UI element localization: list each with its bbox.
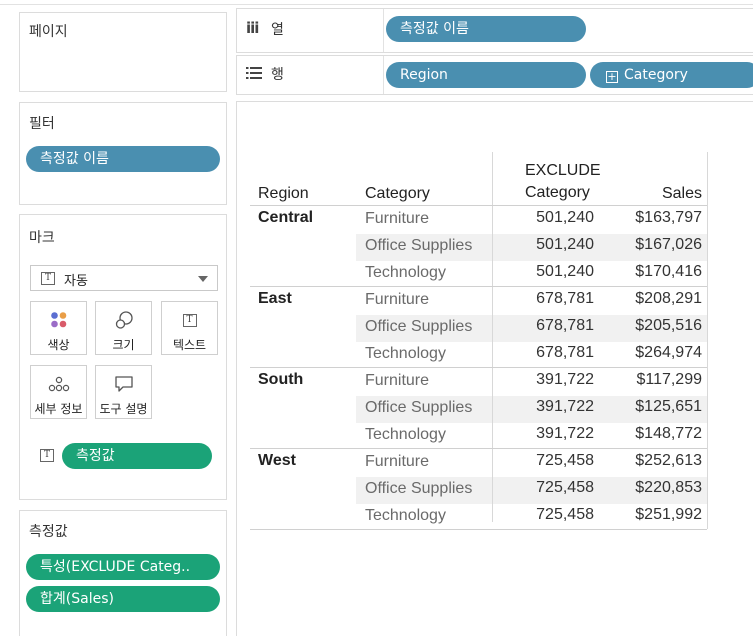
exclude-cell: 391,722 — [536, 425, 594, 442]
text-encoding-icon: T — [40, 449, 54, 462]
category-cell: Office Supplies — [365, 399, 473, 416]
rows-shelf-divider — [383, 56, 384, 94]
group-separator — [250, 205, 707, 206]
sales-cell: $205,516 — [635, 317, 702, 334]
columns-shelf-label: 열 — [271, 22, 284, 38]
rows-icon — [246, 65, 262, 84]
exclude-cell: 678,781 — [536, 290, 594, 307]
columns-icon: iii — [246, 19, 259, 37]
sales-cell: $252,613 — [635, 452, 702, 469]
category-cell: Technology — [365, 264, 446, 281]
size-button[interactable]: 크기 — [95, 301, 152, 355]
tooltip-button-label: 도구 설명 — [99, 402, 148, 416]
text-button[interactable]: T 텍스트 — [161, 301, 218, 355]
group-separator — [250, 286, 707, 287]
category-cell: Technology — [365, 345, 446, 362]
filter-pill-measure-names[interactable]: 측정값 이름 — [26, 146, 220, 172]
marks-text-pill[interactable]: 측정값 — [62, 443, 212, 469]
table-bottom — [250, 529, 707, 530]
rows-pill-region[interactable]: Region — [386, 62, 586, 88]
header-region: Region — [258, 185, 309, 202]
sales-cell: $148,772 — [635, 425, 702, 442]
category-cell: Furniture — [365, 291, 430, 308]
tooltip-icon — [96, 374, 151, 394]
detail-button[interactable]: 세부 정보 — [30, 365, 87, 419]
measure-pill-exclude[interactable]: 특성(EXCLUDE Categ.. — [26, 554, 220, 580]
sales-cell: $264,974 — [635, 344, 702, 361]
region-label: East — [258, 290, 292, 307]
filters-card: 필터 측정값 이름 — [19, 102, 227, 205]
sales-cell: $220,853 — [635, 479, 702, 496]
sales-cell: $170,416 — [635, 263, 702, 280]
expand-plus-icon: + — [606, 70, 618, 83]
sales-cell: $163,797 — [635, 209, 702, 226]
rows-pill-category-label: Category — [624, 67, 688, 83]
sales-cell: $125,651 — [635, 398, 702, 415]
filters-card-title: 필터 — [29, 116, 55, 132]
region-label: Central — [258, 209, 314, 226]
size-button-label: 크기 — [112, 338, 135, 352]
group-separator — [250, 367, 707, 368]
sales-cell: $117,299 — [636, 371, 702, 388]
region-label: West — [258, 452, 296, 469]
marks-card-title: 마크 — [29, 230, 55, 246]
view-area: Region Category EXCLUDE Category Sales C… — [236, 101, 753, 636]
measure-values-card: 측정값 특성(EXCLUDE Categ.. 합계(Sales) — [19, 510, 227, 636]
exclude-cell: 725,458 — [536, 506, 594, 523]
group-separator — [250, 448, 707, 449]
category-cell: Office Supplies — [365, 237, 473, 254]
exclude-cell: 725,458 — [536, 452, 594, 469]
category-cell: Furniture — [365, 372, 430, 389]
sales-cell: $251,992 — [635, 506, 702, 523]
exclude-cell: 678,781 — [536, 344, 594, 361]
detail-icon — [31, 374, 86, 394]
category-cell: Office Supplies — [365, 318, 473, 335]
pages-card-title: 페이지 — [29, 24, 68, 40]
size-icon — [96, 310, 151, 330]
pages-card: 페이지 — [19, 12, 227, 92]
marks-card: 마크 T 자동 색상 크기 T 텍스트 세부 정보 도구 설명 T 측정값 — [19, 214, 227, 500]
measure-values-card-title: 측정값 — [29, 524, 68, 540]
header-sales: Sales — [661, 185, 702, 202]
color-button[interactable]: 색상 — [30, 301, 87, 355]
columns-shelf: iii 열 측정값 이름 — [236, 8, 753, 53]
text-icon: T — [182, 313, 197, 327]
header-exclude-line1: EXCLUDE — [525, 162, 601, 179]
sales-cell: $208,291 — [635, 290, 702, 307]
rows-shelf: 행 Region + Category — [236, 55, 753, 95]
region-label: South — [258, 371, 304, 388]
exclude-cell: 501,240 — [536, 236, 594, 253]
top-strip — [0, 0, 753, 5]
table-right-edge — [707, 152, 708, 529]
exclude-cell: 501,240 — [536, 209, 594, 226]
exclude-cell: 501,240 — [536, 263, 594, 280]
columns-pill-measure-names[interactable]: 측정값 이름 — [386, 16, 586, 42]
exclude-cell: 391,722 — [536, 398, 594, 415]
rows-pill-category[interactable]: + Category — [590, 62, 753, 88]
chevron-down-icon — [198, 276, 208, 282]
detail-button-label: 세부 정보 — [34, 402, 83, 416]
rows-shelf-label: 행 — [271, 67, 284, 83]
header-exclude-line2: Category — [525, 184, 590, 201]
category-cell: Furniture — [365, 210, 430, 227]
header-category: Category — [365, 185, 430, 202]
tooltip-button[interactable]: 도구 설명 — [95, 365, 152, 419]
text-mark-icon: T — [41, 272, 55, 285]
measure-pill-sales[interactable]: 합계(Sales) — [26, 586, 220, 612]
category-cell: Office Supplies — [365, 480, 473, 497]
exclude-cell: 391,722 — [536, 371, 594, 388]
columns-shelf-divider — [383, 9, 384, 52]
mark-type-select[interactable]: T 자동 — [30, 265, 218, 291]
color-button-label: 색상 — [47, 338, 70, 352]
category-cell: Furniture — [365, 453, 430, 470]
mark-type-value: 자동 — [64, 274, 88, 289]
exclude-cell: 725,458 — [536, 479, 594, 496]
sales-cell: $167,026 — [635, 236, 702, 253]
category-cell: Technology — [365, 426, 446, 443]
category-cell: Technology — [365, 507, 446, 524]
color-icon — [31, 310, 86, 330]
exclude-cell: 678,781 — [536, 317, 594, 334]
text-button-label: 텍스트 — [172, 338, 207, 352]
